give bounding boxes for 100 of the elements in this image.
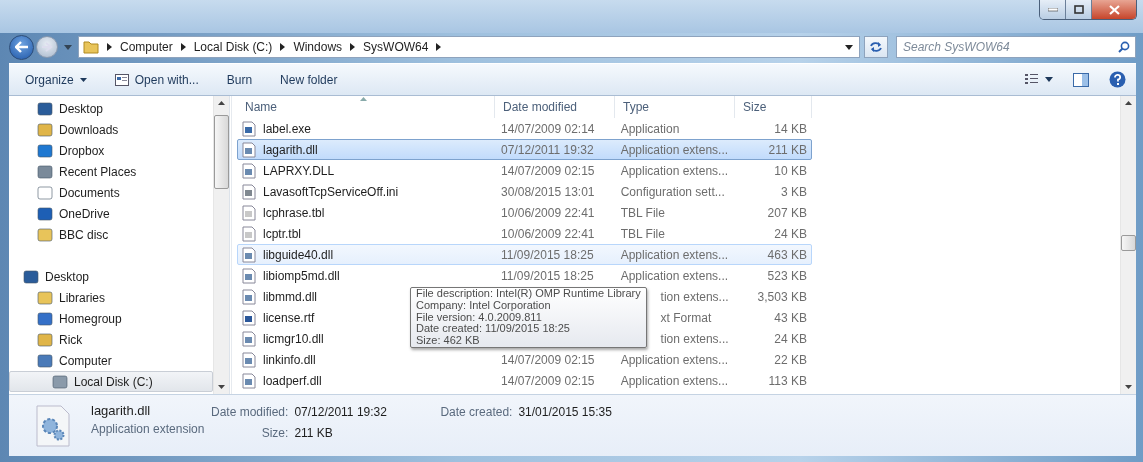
dropdown-arrow-icon[interactable] (1045, 77, 1053, 82)
file-name: lagarith.dll (263, 142, 318, 157)
scrollbar-thumb[interactable] (1121, 235, 1136, 251)
size-cell: 211 KB (768, 142, 807, 157)
back-arrow-icon (14, 41, 29, 53)
date-cell: 14/07/2009 02:15 (501, 163, 595, 178)
organize-button[interactable]: Organize (15, 68, 97, 91)
exe-file-icon (241, 120, 257, 137)
close-icon (1108, 4, 1120, 15)
date-cell: 11/09/2015 18:25 (501, 247, 594, 262)
scroll-up-icon[interactable] (1125, 101, 1132, 105)
file-name: libguide40.dll (263, 247, 334, 262)
size-cell: 207 KB (767, 205, 807, 220)
dll-file-icon (241, 372, 257, 389)
toolbar-button[interactable]: Burn (216, 68, 263, 91)
dll-file-icon (241, 330, 257, 347)
navigation-item[interactable]: BBC disc (9, 224, 213, 245)
scroll-up-icon[interactable] (218, 101, 225, 105)
search-icon[interactable] (1118, 41, 1130, 53)
breadcrumb[interactable]: Windows (293, 40, 343, 54)
window-icon (114, 73, 129, 86)
tooltip-line: File version: 4.0.2009.811 (416, 311, 542, 324)
size-cell: 24 KB (774, 331, 807, 346)
property-value: 07/12/2011 19:32 (294, 405, 388, 419)
date-cell: 10/06/2009 22:41 (501, 205, 595, 220)
navigation-item[interactable]: Desktop (9, 98, 213, 119)
type-cell: Application extens... (620, 142, 729, 157)
chevron-icon[interactable] (280, 43, 286, 51)
property-label: Date created: (440, 405, 513, 419)
back-button[interactable] (9, 34, 34, 60)
chevron-icon[interactable] (107, 43, 112, 51)
size-cell: 22 KB (774, 352, 807, 367)
navigation-item[interactable]: Rick (9, 329, 213, 350)
chevron-icon[interactable] (436, 43, 442, 51)
search-field[interactable]: Search SysWOW64 (896, 36, 1136, 58)
chevron-icon[interactable] (180, 43, 186, 51)
dropdown-arrow-icon[interactable] (845, 44, 853, 50)
date-cell: 30/08/2015 13:01 (501, 184, 595, 199)
toolbar-button[interactable]: New folder (270, 68, 348, 91)
type-cell: Configuration sett... (620, 184, 725, 199)
file-file-icon (241, 204, 257, 221)
dll-file-icon (241, 246, 257, 263)
file-row[interactable]: libguide40.dll 11/09/2015 18:25 Application extens... 463 KB (237, 244, 812, 265)
property-label: Size: (260, 426, 289, 440)
scrollbar[interactable] (213, 96, 229, 394)
open-with-button[interactable]: Open with... (104, 68, 209, 91)
file-name: linkinfo.dll (263, 352, 316, 367)
navigation-item[interactable]: Recent Places (9, 161, 213, 182)
word-file-icon (241, 309, 257, 326)
column-header[interactable]: Size (735, 96, 812, 118)
navigation-item[interactable]: Computer (9, 350, 213, 371)
breadcrumb[interactable]: SysWOW64 (363, 40, 429, 54)
type-cell: TBL File (620, 205, 665, 220)
preview-pane-icon[interactable] (1073, 72, 1089, 87)
file-row[interactable]: lagarith.dll 07/12/2011 19:32 Application extens... 211 KB (237, 139, 812, 160)
scroll-down-icon[interactable] (218, 385, 225, 389)
file-name: license.rtf (263, 310, 315, 325)
refresh-button[interactable] (864, 36, 888, 58)
date-cell: 14/07/2009 02:14 (501, 121, 595, 136)
type-cell: Application extens... (620, 268, 729, 283)
type-cell: TBL File (620, 226, 665, 241)
file-name: LavasoftTcpServiceOff.ini (263, 184, 399, 199)
navigation-item[interactable]: Downloads (9, 119, 213, 140)
navigation-item[interactable]: Local Disk (C:) (9, 371, 213, 392)
chevron-icon[interactable] (350, 43, 356, 51)
size-cell: 463 KB (767, 247, 807, 262)
maximize-button[interactable] (1066, 0, 1092, 19)
file-name: label.exe (263, 121, 312, 136)
navigation-item[interactable]: Dropbox (9, 140, 213, 161)
navigation-item[interactable]: Desktop (9, 266, 213, 287)
file-name: lcphrase.tbl (263, 205, 325, 220)
address-bar[interactable]: Computer Local Disk (C:) Windows SysWOW64 (78, 36, 860, 58)
minimize-icon (1047, 7, 1058, 12)
file-name: LAPRXY.DLL (263, 163, 335, 178)
size-cell: 523 KB (767, 268, 807, 283)
view-options-icon[interactable] (1025, 74, 1038, 85)
close-button[interactable] (1092, 0, 1136, 19)
file-name: licmgr10.dll (263, 331, 324, 346)
size-cell: 10 KB (774, 163, 807, 178)
date-cell: 14/07/2009 02:15 (501, 373, 595, 388)
sort-arrow-icon (360, 97, 367, 101)
breadcrumb[interactable]: Local Disk (C:) (193, 40, 273, 54)
minimize-button[interactable] (1040, 0, 1066, 19)
column-header[interactable]: Type (615, 96, 735, 118)
property-label: Date modified: (211, 405, 289, 419)
navigation-item[interactable]: Documents (9, 182, 213, 203)
scrollbar-thumb[interactable] (214, 115, 229, 189)
help-icon[interactable] (1109, 71, 1126, 88)
tooltip-line: Company: Intel Corporation (416, 299, 552, 312)
date-cell: 07/12/2011 19:32 (501, 142, 594, 157)
maximize-icon (1073, 5, 1084, 14)
navigation-item[interactable]: Homegroup (9, 308, 213, 329)
scroll-down-icon[interactable] (1125, 385, 1132, 389)
breadcrumb[interactable]: Computer (120, 40, 173, 54)
column-header[interactable]: Date modified (495, 96, 615, 118)
scrollbar[interactable] (1120, 96, 1136, 394)
navigation-item[interactable]: Libraries (9, 287, 213, 308)
tooltip-line: Size: 462 KB (416, 335, 481, 347)
size-cell: 43 KB (774, 310, 807, 325)
navigation-item[interactable]: OneDrive (9, 203, 213, 224)
